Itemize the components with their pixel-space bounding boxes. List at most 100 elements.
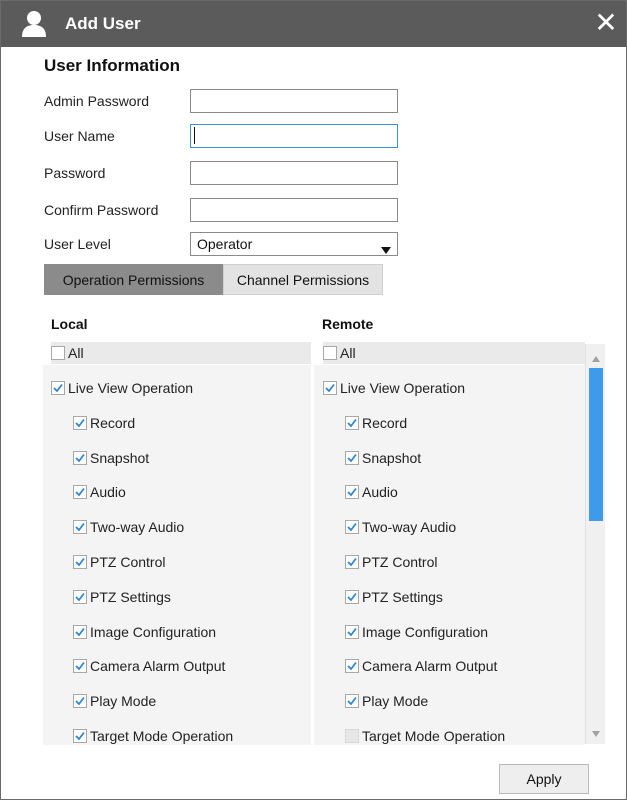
checkbox-checked-icon[interactable] <box>345 624 359 639</box>
remote-image-configuration-label: Image Configuration <box>362 623 489 640</box>
remote-column-header: Remote <box>322 316 374 332</box>
remote-ptz-control-row[interactable]: PTZ Control <box>345 551 437 573</box>
checkbox-checked-icon[interactable] <box>345 485 359 500</box>
user-level-label: User Level <box>44 236 111 252</box>
checkbox-checked-icon[interactable] <box>73 555 87 569</box>
text-cursor <box>194 127 195 144</box>
checkbox-checked-icon[interactable] <box>73 520 87 535</box>
local-ptz-settings-label: PTZ Settings <box>90 588 171 605</box>
user-information-heading: User Information <box>44 56 181 75</box>
user-level-value: Operator <box>197 236 253 252</box>
local-ptz-settings-row[interactable]: PTZ Settings <box>73 586 171 608</box>
admin-password-input[interactable] <box>190 89 398 113</box>
checkbox-checked-icon[interactable] <box>51 381 65 395</box>
local-ptz-control-label: PTZ Control <box>90 554 166 570</box>
dialog-titlebar: Add User ✕ <box>1 1 626 47</box>
permissions-scrollbar[interactable] <box>585 344 605 744</box>
local-snapshot-row[interactable]: Snapshot <box>73 447 149 469</box>
remote-play-mode-label: Play Mode <box>362 693 429 710</box>
remote-snapshot-label: Snapshot <box>362 449 422 466</box>
checkbox-checked-icon[interactable] <box>323 381 337 395</box>
remote-all-row[interactable]: All <box>323 342 585 364</box>
scrollbar-thumb[interactable] <box>589 368 603 521</box>
user-icon <box>21 10 47 38</box>
checkbox-checked-icon[interactable] <box>345 520 359 535</box>
close-icon[interactable]: ✕ <box>592 9 620 37</box>
checkbox-checked-icon[interactable] <box>73 729 87 743</box>
remote-ptz-settings-row[interactable]: PTZ Settings <box>345 586 443 608</box>
user-name-input[interactable] <box>190 124 398 148</box>
checkbox-checked-icon[interactable] <box>345 589 359 604</box>
remote-live-view-operation-label: Live View Operation <box>340 380 466 396</box>
remote-record-label: Record <box>362 414 408 431</box>
tab-channel-permissions[interactable]: Channel Permissions <box>223 264 383 295</box>
local-audio-label: Audio <box>90 484 126 501</box>
remote-image-configuration-row[interactable]: Image Configuration <box>345 621 488 643</box>
local-play-mode-row[interactable]: Play Mode <box>73 690 156 712</box>
remote-ptz-settings-label: PTZ Settings <box>362 588 443 605</box>
checkbox-checked-icon[interactable] <box>73 485 87 500</box>
user-level-select[interactable]: Operator <box>190 232 398 256</box>
scroll-down-icon[interactable] <box>592 724 600 740</box>
remote-camera-alarm-output-label: Camera Alarm Output <box>362 658 498 675</box>
remote-target-mode-operation-label: Target Mode Operation <box>362 728 506 744</box>
local-all-row[interactable]: All <box>51 342 311 364</box>
remote-play-mode-row[interactable]: Play Mode <box>345 690 428 712</box>
checkbox-checked-icon[interactable] <box>73 589 87 604</box>
checkbox-icon[interactable] <box>345 729 359 743</box>
local-ptz-control-row[interactable]: PTZ Control <box>73 551 165 573</box>
admin-password-label: Admin Password <box>44 93 150 109</box>
local-target-mode-operation-label: Target Mode Operation <box>90 728 234 744</box>
remote-audio-row[interactable]: Audio <box>345 481 398 503</box>
local-all-label: All <box>68 345 84 361</box>
confirm-password-label: Confirm Password <box>44 202 159 218</box>
checkbox-checked-icon[interactable] <box>345 555 359 569</box>
local-live-view-operation-label: Live View Operation <box>68 380 194 396</box>
remote-camera-alarm-output-row[interactable]: Camera Alarm Output <box>345 655 497 677</box>
remote-all-label: All <box>340 345 356 361</box>
checkbox-icon[interactable] <box>51 346 65 360</box>
checkbox-checked-icon[interactable] <box>73 450 87 465</box>
local-record-row[interactable]: Record <box>73 412 135 434</box>
checkbox-checked-icon[interactable] <box>73 415 87 430</box>
confirm-password-input[interactable] <box>190 198 398 222</box>
local-live-view-operation-row[interactable]: Live View Operation <box>51 377 193 399</box>
remote-audio-label: Audio <box>362 484 398 501</box>
local-target-mode-operation-row[interactable]: Target Mode Operation <box>73 725 233 747</box>
local-two-way-audio-label: Two-way Audio <box>90 519 185 536</box>
scroll-up-icon[interactable] <box>592 349 600 365</box>
local-audio-row[interactable]: Audio <box>73 481 126 503</box>
checkbox-checked-icon[interactable] <box>73 694 87 709</box>
user-name-label: User Name <box>44 128 115 144</box>
checkbox-checked-icon[interactable] <box>345 694 359 709</box>
remote-ptz-control-label: PTZ Control <box>362 554 438 570</box>
dropdown-arrow-icon <box>381 241 391 257</box>
local-record-label: Record <box>90 414 136 431</box>
remote-two-way-audio-row[interactable]: Two-way Audio <box>345 516 456 538</box>
remote-live-view-operation-row[interactable]: Live View Operation <box>323 377 465 399</box>
checkbox-checked-icon[interactable] <box>345 415 359 430</box>
password-input[interactable] <box>190 161 398 185</box>
apply-button[interactable]: Apply <box>499 764 589 794</box>
local-column-header: Local <box>51 316 88 332</box>
local-snapshot-label: Snapshot <box>90 449 150 466</box>
remote-record-row[interactable]: Record <box>345 412 407 434</box>
remote-target-mode-operation-row[interactable]: Target Mode Operation <box>345 725 505 747</box>
password-label: Password <box>44 165 106 181</box>
tab-operation-permissions[interactable]: Operation Permissions <box>44 264 223 295</box>
checkbox-checked-icon[interactable] <box>345 659 359 674</box>
add-user-dialog: Add User ✕ User Information Admin Passwo… <box>0 0 627 800</box>
checkbox-icon[interactable] <box>323 346 337 360</box>
remote-snapshot-row[interactable]: Snapshot <box>345 447 421 469</box>
local-play-mode-label: Play Mode <box>90 693 157 710</box>
dialog-title: Add User <box>65 14 141 33</box>
local-image-configuration-row[interactable]: Image Configuration <box>73 621 216 643</box>
checkbox-checked-icon[interactable] <box>345 450 359 465</box>
checkbox-checked-icon[interactable] <box>73 659 87 674</box>
local-image-configuration-label: Image Configuration <box>90 623 217 640</box>
local-two-way-audio-row[interactable]: Two-way Audio <box>73 516 184 538</box>
local-camera-alarm-output-row[interactable]: Camera Alarm Output <box>73 655 225 677</box>
remote-two-way-audio-label: Two-way Audio <box>362 519 457 536</box>
checkbox-checked-icon[interactable] <box>73 624 87 639</box>
local-camera-alarm-output-label: Camera Alarm Output <box>90 658 226 675</box>
